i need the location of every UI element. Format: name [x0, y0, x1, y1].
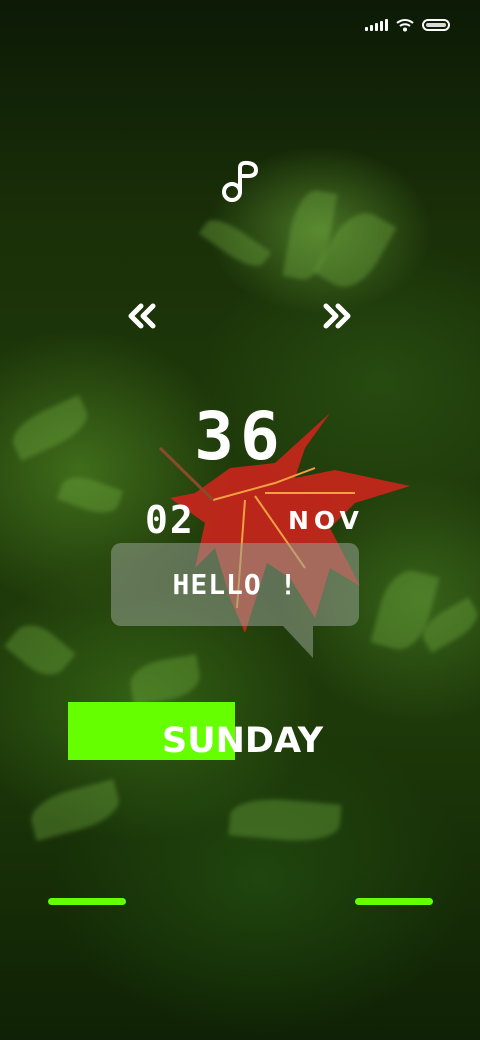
- music-note-icon[interactable]: [220, 160, 260, 204]
- signal-icon: [365, 19, 388, 31]
- background-leaf: [56, 470, 124, 520]
- status-bar: [365, 18, 450, 32]
- weekday-label: SUNDAY: [162, 721, 324, 761]
- bubble-tail: [283, 626, 313, 658]
- big-number: 36: [194, 398, 286, 475]
- right-shortcut-indicator[interactable]: [355, 898, 433, 905]
- greeting-bubble[interactable]: HELLO !: [111, 543, 359, 626]
- next-double-chevron-icon[interactable]: [320, 302, 352, 330]
- left-shortcut-indicator[interactable]: [48, 898, 126, 905]
- date-day: 02: [145, 498, 195, 542]
- background-leaf: [26, 779, 124, 841]
- background-leaf: [198, 212, 272, 274]
- battery-icon: [422, 19, 450, 31]
- background-leaf: [4, 615, 76, 685]
- background-leaf: [228, 795, 342, 845]
- previous-double-chevron-icon[interactable]: [127, 302, 159, 330]
- lock-screen: 36 02 NOV HELLO ! SUNDAY: [0, 0, 480, 1040]
- wifi-icon: [396, 19, 414, 32]
- background-leaf: [127, 654, 203, 706]
- greeting-text: HELLO !: [172, 568, 298, 601]
- date-month: NOV: [288, 506, 364, 535]
